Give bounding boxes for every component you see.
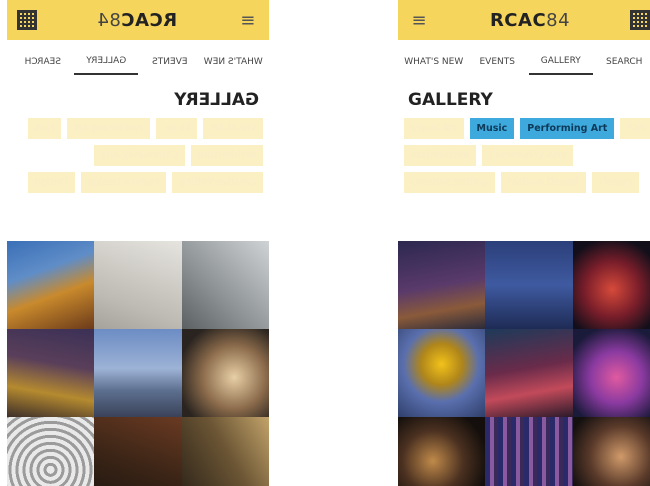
gallery-grid [7, 241, 269, 486]
tag-film[interactable]: Film [620, 118, 650, 139]
nav-tabs: WHAT'S NEW EVENTS GALLERY SEARCH [398, 40, 650, 84]
gallery-photo[interactable] [7, 417, 95, 486]
tag-fashion-design[interactable]: Fashion Design [80, 172, 167, 193]
gallery-photo[interactable] [572, 329, 650, 417]
phone-screen: ≡ RCAC84 WHAT'S NEW EVENTS GALLERY SEARC… [398, 0, 650, 486]
tag-visual-art[interactable]: Visual Art [203, 118, 263, 139]
tab-gallery[interactable]: GALLERY [74, 49, 138, 75]
gallery-photo[interactable] [181, 417, 269, 486]
hamburger-menu-icon[interactable]: ≡ [408, 10, 430, 31]
tag-design[interactable]: Design [27, 172, 75, 193]
gallery-photo[interactable] [181, 329, 269, 417]
gallery-photo[interactable] [572, 417, 650, 486]
tag-music[interactable]: Music [469, 118, 515, 139]
tag-architecture[interactable]: Architecture [404, 145, 477, 166]
tab-events[interactable]: EVENTS [138, 51, 202, 74]
nav-tabs: WHAT'S NEW EVENTS GALLERY SEARCH [7, 40, 269, 84]
gallery-photo[interactable] [94, 329, 182, 417]
hamburger-menu-icon[interactable]: ≡ [237, 10, 259, 31]
app-header: ≡ RCAC84 [7, 0, 269, 40]
tab-search[interactable]: SEARCH [593, 51, 650, 74]
app-logo[interactable]: RCAC84 [97, 10, 177, 31]
gallery-photo[interactable] [7, 329, 95, 417]
tab-search[interactable]: SEARCH [11, 51, 75, 74]
gallery-photo[interactable] [94, 417, 182, 486]
gallery-photo[interactable] [7, 241, 95, 329]
tag-music[interactable]: Music [156, 118, 198, 139]
category-filter-tags: Visual Art Music Performing Art Film Arc… [398, 118, 650, 224]
tag-film[interactable]: Film [28, 118, 62, 139]
gallery-photo[interactable] [398, 417, 486, 486]
gallery-photo[interactable] [94, 241, 182, 329]
qr-code-icon[interactable] [17, 10, 37, 30]
page-title: GALLERY [408, 90, 493, 110]
app-logo[interactable]: RCAC84 [490, 10, 570, 31]
tag-design[interactable]: Design [592, 172, 640, 193]
tab-gallery[interactable]: GALLERY [529, 50, 593, 75]
tag-creative-writing[interactable]: Creative Writing [404, 172, 495, 193]
qr-code-icon[interactable] [630, 10, 650, 30]
tab-whats-new[interactable]: WHAT'S NEW [402, 51, 466, 74]
tag-visual-art[interactable]: Visual Art [404, 118, 464, 139]
gallery-photo[interactable] [485, 329, 573, 417]
gallery-grid [398, 241, 650, 486]
tag-community-arts[interactable]: Community Arts [482, 145, 574, 166]
tag-community-arts[interactable]: Community Arts [93, 145, 185, 166]
tag-performing-art[interactable]: Performing Art [520, 118, 615, 139]
category-filter-tags: Visual Art Music Performing Art Film Arc… [7, 118, 269, 224]
app-header: ≡ RCAC84 [398, 0, 650, 40]
tag-performing-art[interactable]: Performing Art [67, 118, 151, 139]
gallery-photo[interactable] [485, 241, 573, 329]
gallery-photo[interactable] [572, 241, 650, 329]
mirrored-phone-screen: ≡ RCAC84 WHAT'S NEW EVENTS GALLERY SEARC… [7, 0, 269, 486]
tab-events[interactable]: EVENTS [466, 51, 530, 74]
page-title: GALLERY [174, 90, 259, 110]
gallery-photo[interactable] [485, 417, 573, 486]
gallery-photo[interactable] [398, 329, 486, 417]
gallery-photo[interactable] [398, 241, 486, 329]
tag-fashion-design[interactable]: Fashion Design [500, 172, 587, 193]
tag-architecture[interactable]: Architecture [190, 145, 263, 166]
tag-creative-writing[interactable]: Creative Writing [172, 172, 263, 193]
tab-whats-new[interactable]: WHAT'S NEW [202, 51, 266, 74]
gallery-photo[interactable] [181, 241, 269, 329]
